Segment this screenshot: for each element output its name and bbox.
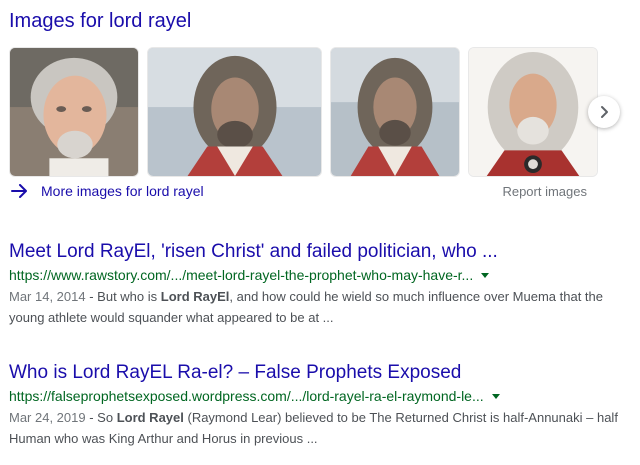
result-title-link[interactable]: Meet Lord RayEl, 'risen Christ' and fail…: [9, 240, 634, 264]
portrait-image: [331, 48, 459, 176]
image-thumbnail-2[interactable]: [147, 47, 322, 177]
result-date: Mar 24, 2019: [9, 410, 86, 425]
result-url-text: https://www.rawstory.com/.../meet-lord-r…: [9, 267, 474, 283]
result-snippet: Mar 24, 2019 - So Lord Rayel (Raymond Le…: [9, 410, 618, 446]
report-images-link[interactable]: Report images: [502, 184, 587, 199]
result-url: https://falseprophetsexposed.wordpress.c…: [9, 386, 634, 406]
image-thumbnail-1[interactable]: [9, 47, 139, 177]
url-options-caret[interactable]: [491, 393, 500, 399]
result-snippet: Mar 14, 2014 - But who is Lord RayEl, an…: [9, 289, 603, 325]
images-heading[interactable]: Images for lord rayel: [9, 10, 191, 33]
portrait-image: [469, 48, 597, 176]
image-thumbnail-4[interactable]: [468, 47, 598, 177]
url-options-caret[interactable]: [481, 272, 490, 278]
chevron-right-icon: [601, 106, 608, 118]
result-date: Mar 14, 2014: [9, 289, 86, 304]
next-images-button[interactable]: [588, 96, 620, 128]
portrait-image: [10, 48, 138, 176]
portrait-image: [148, 48, 321, 176]
highlighted-term: Lord Rayel: [116, 410, 184, 425]
result-url-text: https://falseprophetsexposed.wordpress.c…: [9, 388, 484, 404]
image-thumbnail-3[interactable]: [330, 47, 460, 177]
search-result: Meet Lord RayEl, 'risen Christ' and fail…: [9, 240, 634, 328]
search-result: Who is Lord RayEL Ra-el? – False Prophet…: [9, 361, 634, 449]
result-url: https://www.rawstory.com/.../meet-lord-r…: [9, 265, 634, 285]
arrow-right-icon: [11, 184, 27, 198]
more-images-label: More images for lord rayel: [41, 183, 204, 199]
highlighted-term: Lord RayEl: [160, 289, 230, 304]
more-images-link[interactable]: More images for lord rayel: [11, 183, 204, 199]
result-title-link[interactable]: Who is Lord RayEL Ra-el? – False Prophet…: [9, 361, 634, 385]
